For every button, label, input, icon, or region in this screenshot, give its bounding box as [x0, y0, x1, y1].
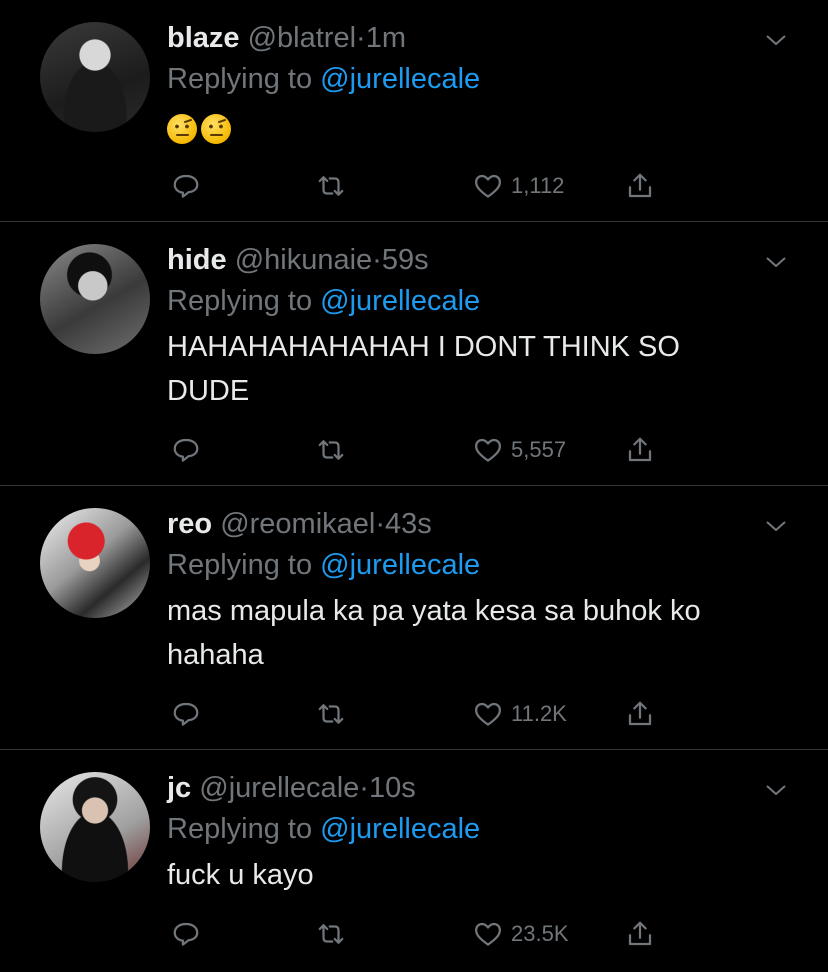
- replying-prefix: Replying to: [167, 813, 313, 845]
- replying-to: Replying to @jurellecale: [167, 281, 798, 321]
- raised-eyebrow-emoji: [167, 114, 197, 145]
- tweet-actions: 5,557: [167, 432, 678, 468]
- share-button[interactable]: [625, 696, 655, 732]
- share-button[interactable]: [625, 432, 655, 468]
- replying-prefix: Replying to: [167, 285, 313, 317]
- like-count: 1,112: [511, 173, 565, 198]
- retweet-button[interactable]: [316, 432, 346, 468]
- replying-to: Replying to @jurellecale: [167, 545, 798, 585]
- heart-icon: [475, 438, 501, 462]
- reply-icon: [173, 174, 199, 198]
- replying-handle-link[interactable]: @jurellecale: [320, 813, 480, 845]
- avatar[interactable]: [40, 244, 150, 354]
- tweet-actions: 1,112: [167, 168, 678, 204]
- display-name[interactable]: blaze: [167, 22, 240, 54]
- retweet-button[interactable]: [316, 916, 346, 952]
- tweet-text-line: mas mapula ka pa yata kesa sa buhok ko: [167, 595, 701, 627]
- like-button[interactable]: 5,557: [473, 432, 566, 468]
- avatar[interactable]: [40, 508, 150, 618]
- reply-icon: [173, 438, 199, 462]
- tweet-text-line: hahaha: [167, 639, 264, 671]
- tweet-actions: 11.2K: [167, 696, 678, 732]
- share-icon: [628, 173, 652, 198]
- tweet-header: reo @reomikael·43s: [167, 504, 798, 544]
- reply-icon: [173, 922, 199, 946]
- display-name[interactable]: reo: [167, 508, 212, 540]
- display-name[interactable]: jc: [167, 772, 191, 804]
- replying-to: Replying to @jurellecale: [167, 809, 798, 849]
- raised-eyebrow-emoji: [201, 114, 231, 145]
- heart-icon: [475, 174, 501, 198]
- tweet-text-line: fuck u kayo: [167, 859, 314, 891]
- reply-button[interactable]: [171, 916, 201, 952]
- like-count: 23.5K: [511, 921, 569, 946]
- tweet-header: jc @jurellecale·10s: [167, 768, 798, 808]
- heart-icon: [475, 922, 501, 946]
- user-handle[interactable]: @hikunaie: [235, 244, 372, 276]
- like-count: 11.2K: [511, 701, 567, 726]
- retweet-icon: [318, 924, 344, 944]
- replying-handle-link[interactable]: @jurellecale: [320, 285, 480, 317]
- separator: ·: [372, 244, 382, 276]
- replying-prefix: Replying to: [167, 63, 313, 95]
- replying-handle-link[interactable]: @jurellecale: [320, 63, 480, 95]
- reply-button[interactable]: [171, 696, 201, 732]
- tweet-text: HAHAHAHAHAHAH I DONT THINK SO DUDE: [167, 325, 798, 413]
- replying-to: Replying to @jurellecale: [167, 59, 798, 99]
- retweet-icon: [318, 176, 344, 196]
- share-button[interactable]: [625, 168, 655, 204]
- reply-icon: [173, 702, 199, 726]
- tweet[interactable]: jc @jurellecale·10s Replying to @jurelle…: [0, 750, 828, 972]
- timestamp[interactable]: 43s: [385, 508, 432, 540]
- tweet-text: fuck u kayo: [167, 853, 798, 897]
- heart-icon: [475, 702, 501, 726]
- tweet[interactable]: blaze @blatrel·1m Replying to @jurelleca…: [0, 0, 828, 222]
- replying-handle-link[interactable]: @jurellecale: [320, 549, 480, 581]
- like-button[interactable]: 11.2K: [473, 696, 567, 732]
- reply-button[interactable]: [171, 168, 201, 204]
- tweet-header: hide @hikunaie·59s: [167, 240, 798, 280]
- tweet-text-line: HAHAHAHAHAHAH I DONT THINK SO: [167, 331, 680, 363]
- timestamp[interactable]: 59s: [382, 244, 429, 276]
- like-button[interactable]: 1,112: [473, 168, 564, 204]
- avatar[interactable]: [40, 772, 150, 882]
- tweet[interactable]: hide @hikunaie·59s Replying to @jurellec…: [0, 222, 828, 486]
- share-button[interactable]: [625, 916, 655, 952]
- retweet-button[interactable]: [316, 168, 346, 204]
- tweet-actions: 23.5K: [167, 916, 678, 952]
- share-icon: [628, 921, 652, 946]
- separator: ·: [359, 772, 369, 804]
- share-icon: [628, 437, 652, 462]
- retweet-icon: [318, 440, 344, 460]
- like-button[interactable]: 23.5K: [473, 916, 569, 952]
- tweet-text-line: DUDE: [167, 375, 250, 407]
- retweet-button[interactable]: [316, 696, 346, 732]
- tweet-text: mas mapula ka pa yata kesa sa buhok ko h…: [167, 589, 798, 677]
- user-handle[interactable]: @jurellecale: [199, 772, 359, 804]
- separator: ·: [375, 508, 386, 540]
- reply-button[interactable]: [171, 432, 201, 468]
- retweet-icon: [318, 704, 344, 724]
- replying-prefix: Replying to: [167, 549, 313, 581]
- avatar[interactable]: [40, 22, 150, 132]
- timestamp[interactable]: 10s: [369, 772, 416, 804]
- tweet-text: [167, 103, 798, 147]
- user-handle[interactable]: @reomikael: [220, 508, 375, 540]
- tweet[interactable]: reo @reomikael·43s Replying to @jurellec…: [0, 486, 828, 750]
- separator: ·: [356, 22, 366, 54]
- timestamp[interactable]: 1m: [366, 22, 406, 54]
- user-handle[interactable]: @blatrel: [248, 22, 356, 54]
- share-icon: [628, 701, 652, 726]
- display-name[interactable]: hide: [167, 244, 227, 276]
- like-count: 5,557: [511, 437, 567, 462]
- tweet-header: blaze @blatrel·1m: [167, 18, 798, 58]
